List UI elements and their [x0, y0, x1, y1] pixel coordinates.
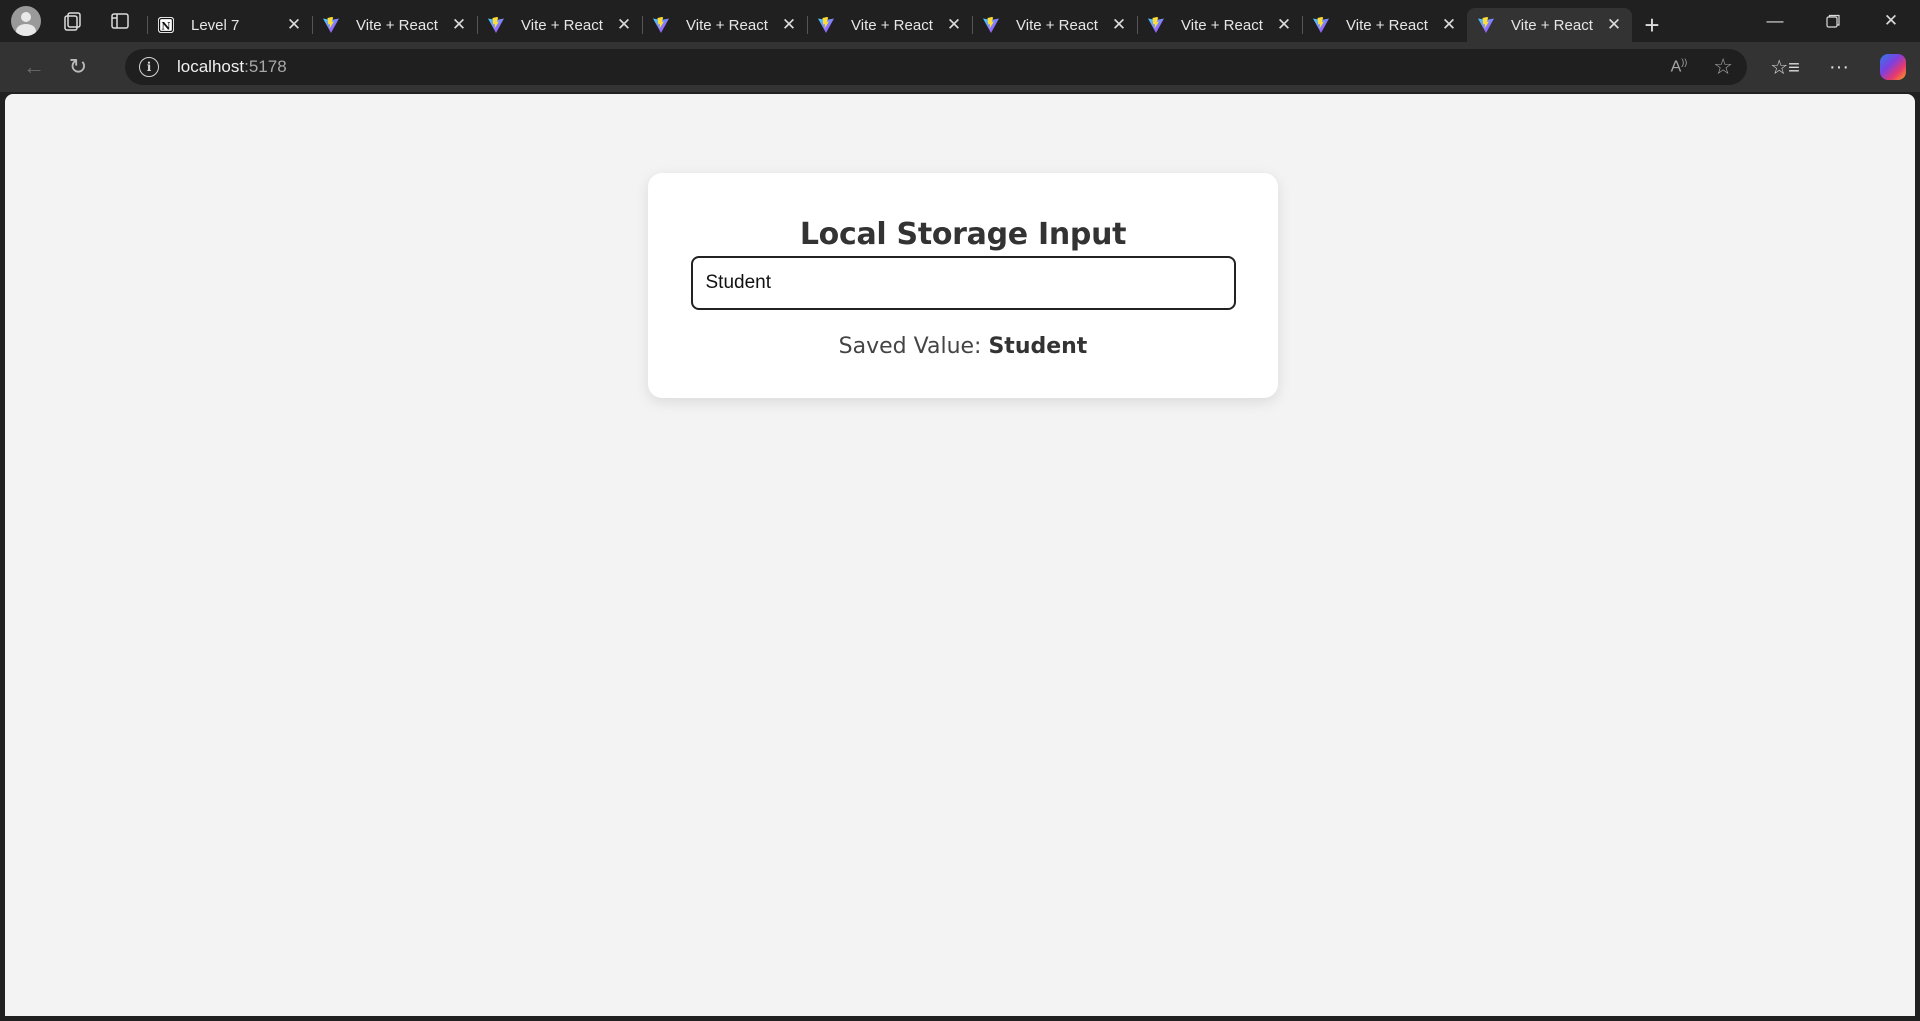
tab-close-icon[interactable]: ✕: [1441, 15, 1457, 35]
collections-icon: [64, 12, 81, 31]
vertical-tabs-button[interactable]: [99, 0, 141, 42]
close-icon: ✕: [1883, 11, 1899, 30]
page-viewport: Local Storage Input Saved Value: Student: [5, 94, 1915, 1016]
browser-tab[interactable]: Vite + React ✕: [642, 8, 807, 42]
url-host: localhost: [177, 57, 245, 76]
tab-close-icon[interactable]: ✕: [781, 15, 797, 35]
browser-toolbar: ← ↻ i localhost:5178 A)) ☆ ☆≡ ···: [0, 42, 1920, 92]
vite-icon: [983, 17, 999, 33]
browser-tab[interactable]: Vite + React ✕: [807, 8, 972, 42]
vite-icon: [818, 17, 834, 33]
vite-icon: [653, 17, 669, 33]
refresh-icon: ↻: [68, 54, 88, 79]
close-window-button[interactable]: ✕: [1862, 0, 1920, 42]
restore-icon: [1826, 14, 1840, 28]
tab-close-icon[interactable]: ✕: [451, 15, 467, 35]
settings-menu-button[interactable]: ···: [1812, 42, 1866, 92]
browser-tab[interactable]: Vite + React ✕: [312, 8, 477, 42]
tab-close-icon[interactable]: ✕: [616, 15, 632, 35]
storage-card: Local Storage Input Saved Value: Student: [648, 173, 1278, 398]
minimize-button[interactable]: —: [1746, 0, 1804, 42]
back-button[interactable]: ←: [12, 47, 56, 87]
minimize-icon: —: [1766, 11, 1784, 30]
browser-tab[interactable]: Vite + React ✕: [1137, 8, 1302, 42]
profile-button[interactable]: [5, 0, 47, 42]
new-tab-button[interactable]: +: [1632, 8, 1672, 42]
tab-close-icon[interactable]: ✕: [286, 15, 302, 35]
saved-value-text: Saved Value: Student: [688, 334, 1238, 359]
copilot-icon: [1880, 54, 1906, 80]
notion-icon: N: [158, 17, 174, 33]
vite-icon: [323, 17, 339, 33]
tab-close-icon[interactable]: ✕: [1606, 15, 1622, 35]
favorites-list-icon: ☆≡: [1770, 56, 1800, 79]
vertical-tabs-icon: [111, 13, 129, 29]
favorites-button[interactable]: ☆≡: [1758, 42, 1812, 92]
tab-close-icon[interactable]: ✕: [1276, 15, 1292, 35]
window-controls: — ✕: [1746, 0, 1920, 42]
back-arrow-icon: ←: [23, 54, 45, 79]
vite-icon: [1148, 17, 1164, 33]
tab-title: Vite + React: [686, 16, 768, 34]
tab-title: Vite + React: [1346, 16, 1428, 34]
collections-button[interactable]: [52, 0, 94, 42]
tab-title: Vite + React: [521, 16, 603, 34]
browser-tab[interactable]: Vite + React ✕: [1302, 8, 1467, 42]
browser-tab[interactable]: Vite + React ✕: [972, 8, 1137, 42]
tab-title: Vite + React: [851, 16, 933, 34]
tab-title: Vite + React: [1511, 16, 1593, 34]
saved-label: Saved Value:: [838, 334, 989, 359]
favorite-star-icon[interactable]: ☆: [1713, 54, 1733, 80]
tab-title: Vite + React: [356, 16, 438, 34]
copilot-button[interactable]: [1866, 42, 1920, 92]
plus-icon: +: [1644, 9, 1660, 40]
toolbar-right: ☆≡ ···: [1758, 42, 1920, 92]
vite-icon: [1313, 17, 1329, 33]
saved-value: Student: [988, 334, 1088, 359]
browser-tab[interactable]: Vite + React ✕: [477, 8, 642, 42]
avatar-icon: [11, 6, 41, 36]
browser-tab[interactable]: N Level 7 ✕: [147, 8, 312, 42]
url-port: :5178: [244, 57, 287, 76]
tab-title: Vite + React: [1181, 16, 1263, 34]
refresh-button[interactable]: ↻: [56, 47, 100, 87]
svg-text:N: N: [161, 22, 170, 33]
tab-close-icon[interactable]: ✕: [946, 15, 962, 35]
read-aloud-icon[interactable]: A)): [1671, 57, 1688, 76]
more-options-icon: ···: [1829, 55, 1849, 78]
vite-icon: [1478, 17, 1494, 33]
tab-list: N Level 7 ✕ Vite + React ✕ Vite + React ✕ Vite …: [147, 0, 1632, 42]
site-info-icon[interactable]: i: [139, 57, 159, 77]
page-title: Local Storage Input: [799, 217, 1127, 252]
restore-button[interactable]: [1804, 0, 1862, 42]
tab-title: Vite + React: [1016, 16, 1098, 34]
vite-icon: [488, 17, 504, 33]
browser-tab[interactable]: Vite + React ✕: [1467, 8, 1632, 42]
tab-title: Level 7: [191, 16, 240, 34]
tab-close-icon[interactable]: ✕: [1111, 15, 1127, 35]
storage-input[interactable]: [690, 256, 1236, 310]
address-bar[interactable]: i localhost:5178 A)) ☆: [125, 49, 1747, 85]
tab-strip: N Level 7 ✕ Vite + React ✕ Vite + React ✕ Vite …: [0, 0, 1920, 42]
